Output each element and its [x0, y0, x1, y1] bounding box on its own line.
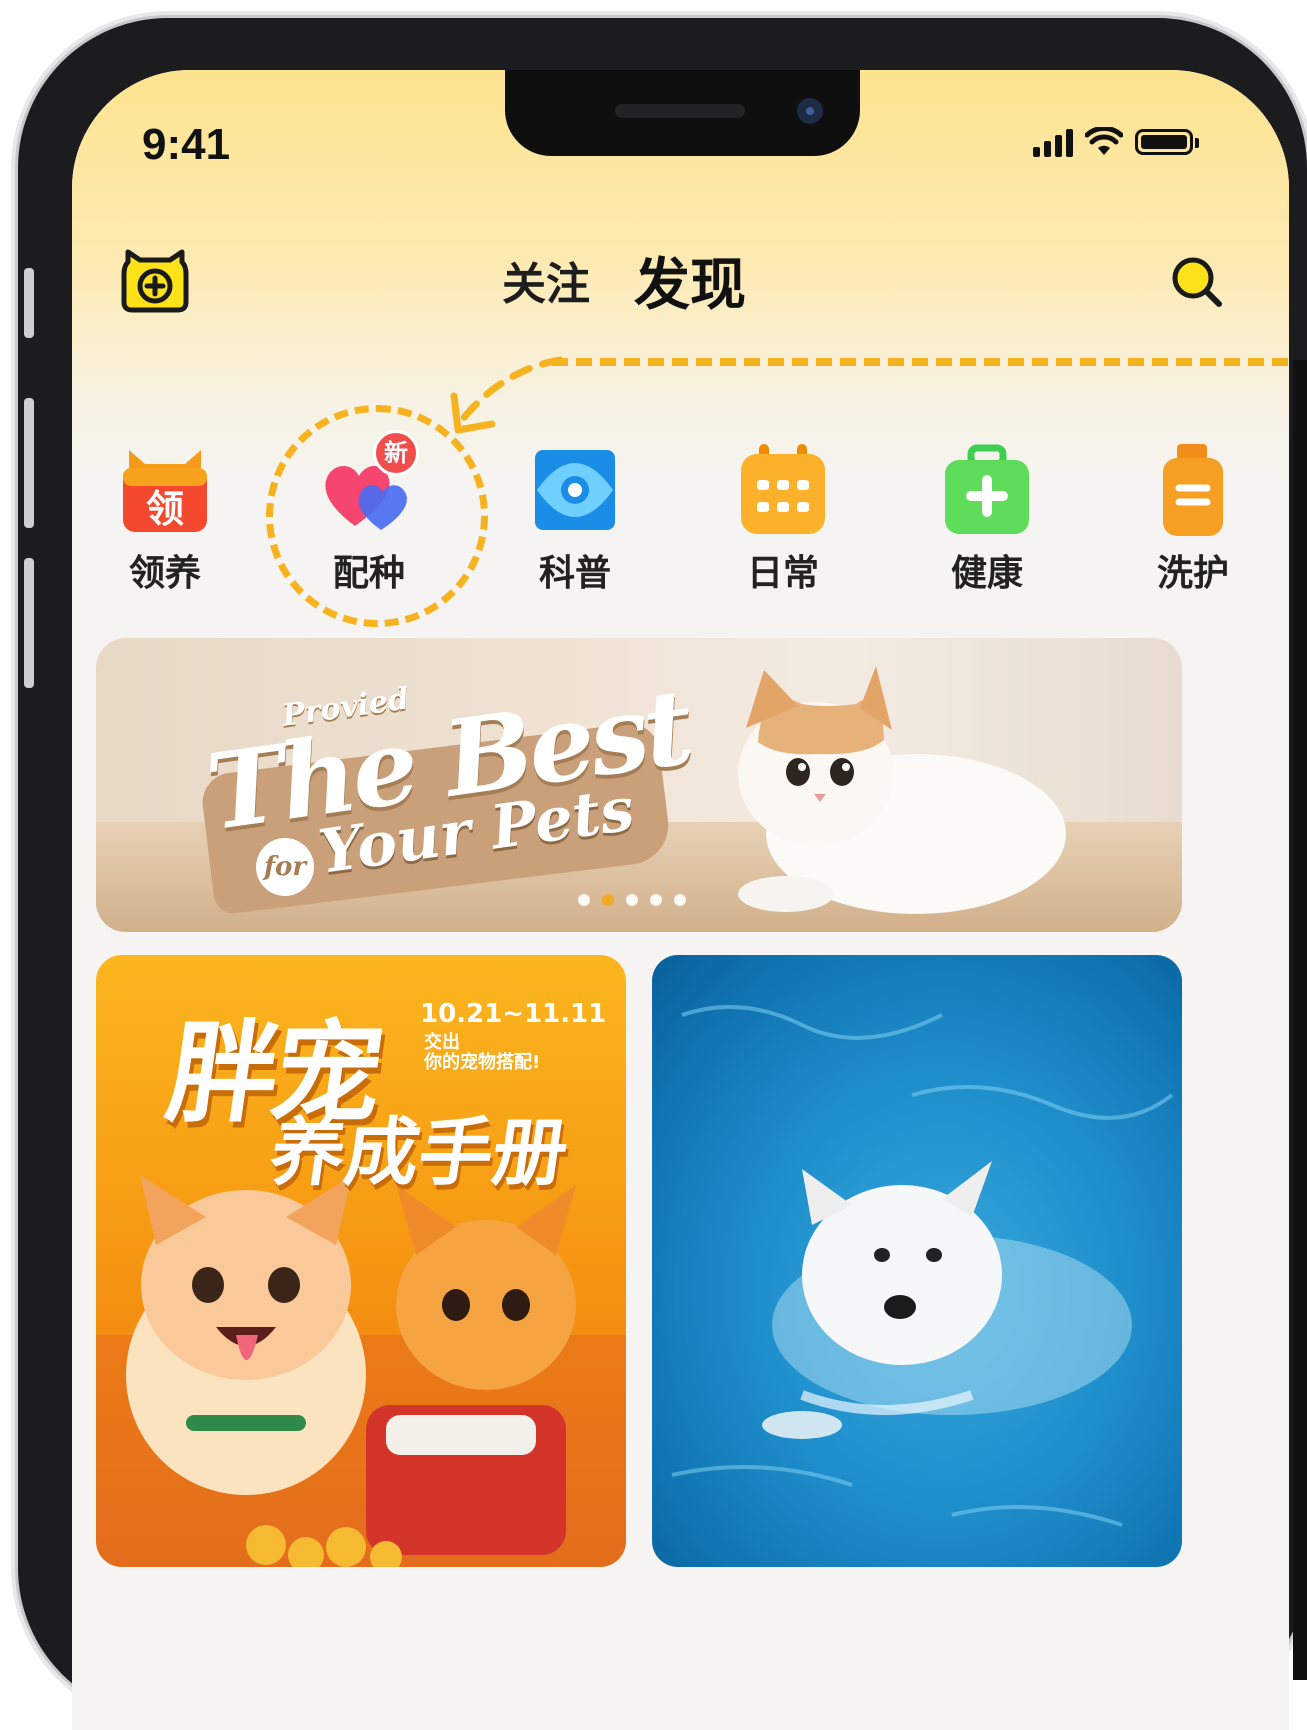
category-science[interactable]: 科普: [520, 440, 630, 596]
grooming-bottle-icon: [1143, 440, 1243, 540]
promo-caption-line: 你的宠物搭配!: [424, 1052, 541, 1073]
category-label: 洗护: [1156, 553, 1229, 594]
speaker: [615, 104, 745, 118]
promo-subtitle: 养成手册: [265, 1110, 574, 1196]
status-icons: [1033, 122, 1199, 162]
phone-frame: 9:41 关注 发现 领 领养 新 配种 科普 日常 健康 洗护 The Bes…: [18, 18, 1307, 1730]
top-nav: 关注 发现: [72, 230, 1289, 330]
side-button: [24, 398, 34, 528]
app-screen: 9:41 关注 发现 领 领养 新 配种 科普 日常 健康 洗护 The Bes…: [72, 70, 1289, 1730]
category-grooming[interactable]: 洗护: [1138, 440, 1248, 596]
category-health[interactable]: 健康: [932, 440, 1042, 596]
new-badge: 新: [373, 430, 419, 476]
daily-calendar-icon: [733, 440, 833, 540]
wifi-icon: [1085, 127, 1123, 155]
category-label: 领养: [128, 553, 201, 594]
category-row: 领 领养 新 配种 科普 日常 健康 洗护: [72, 430, 1289, 600]
adoption-calendar-icon: 领: [115, 440, 215, 540]
category-label: 配种: [332, 553, 405, 594]
tab-follow[interactable]: 关注: [502, 248, 590, 312]
category-adoption[interactable]: 领 领养: [110, 440, 220, 596]
carousel-dot[interactable]: [674, 894, 686, 906]
promo-banner[interactable]: The Best Provied for Your Pets: [96, 638, 1182, 932]
science-eye-icon: [525, 440, 625, 540]
promo-date: 10.21~11.11: [420, 999, 607, 1029]
promo-caption-line: 交出: [424, 1032, 460, 1053]
notch: [505, 70, 860, 156]
side-button: [24, 558, 34, 688]
category-label: 科普: [538, 553, 611, 594]
feed-card-photo[interactable]: [652, 955, 1182, 1567]
category-breeding[interactable]: 新 配种: [314, 430, 424, 596]
battery-icon: [1135, 129, 1199, 155]
tab-discover[interactable]: 发现: [626, 240, 754, 321]
adoption-badge-text: 领: [146, 487, 184, 531]
cellular-signal-icon: [1033, 127, 1073, 157]
swimming-dog-photo: [671, 1005, 1174, 1527]
feed-card-promo[interactable]: 胖宠 10.21~11.11 交出 你的宠物搭配! 养成手册: [96, 955, 626, 1567]
front-camera: [797, 98, 823, 124]
kitten-image: [738, 666, 1066, 914]
carousel-dot[interactable]: [650, 894, 662, 906]
breeding-hearts-icon: 新: [319, 430, 419, 540]
search-icon: [1172, 257, 1222, 307]
carousel-dot[interactable]: [602, 894, 614, 906]
feed-tabs: 关注 发现: [502, 230, 754, 330]
category-label: 健康: [950, 553, 1023, 594]
carousel-dot[interactable]: [626, 894, 638, 906]
add-pet-icon: [121, 249, 189, 313]
annotation-dashed-line: [552, 358, 1289, 366]
tab-discover-label: 发现: [634, 252, 746, 318]
add-pet-button[interactable]: [120, 248, 190, 314]
search-button[interactable]: [1167, 252, 1227, 312]
side-button: [24, 268, 34, 338]
banner-for-badge: for: [256, 838, 314, 896]
scrollbar[interactable]: [1293, 360, 1307, 1680]
carousel-dot[interactable]: [578, 894, 590, 906]
health-kit-icon: [937, 440, 1037, 540]
promo-caption: 交出 你的宠物搭配!: [424, 1033, 540, 1073]
category-daily[interactable]: 日常: [728, 440, 838, 596]
status-time: 9:41: [142, 120, 231, 169]
category-label: 日常: [746, 553, 819, 594]
carousel-indicator[interactable]: [578, 894, 686, 906]
